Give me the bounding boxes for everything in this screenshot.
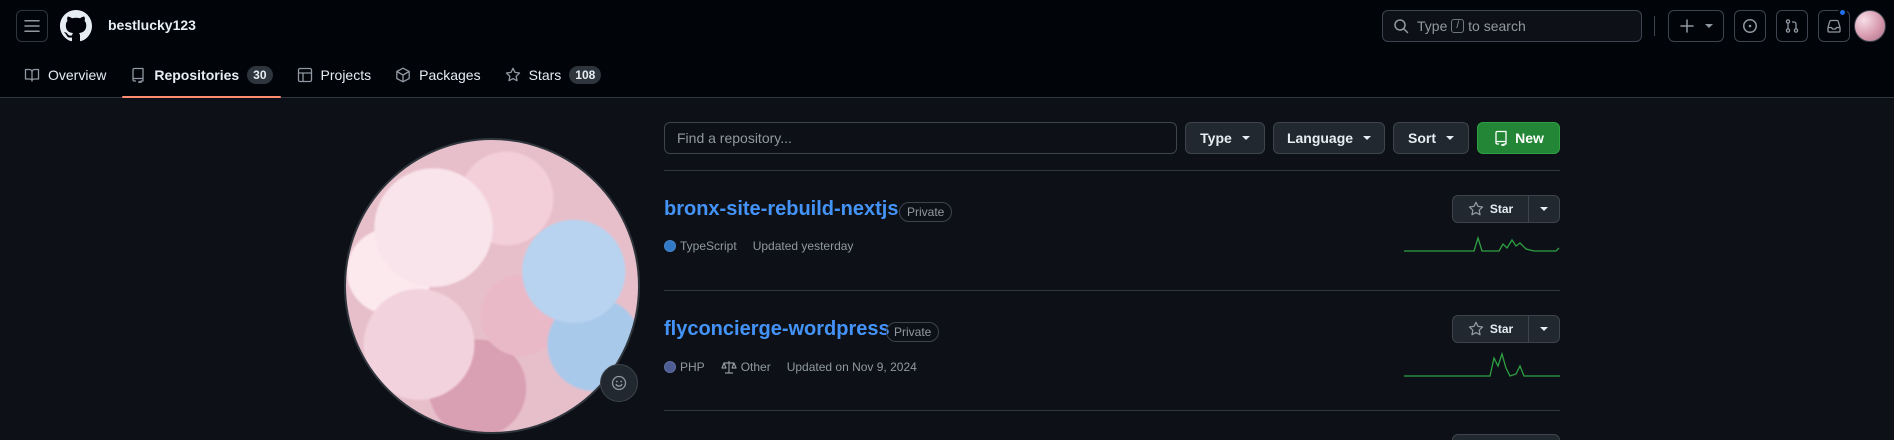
visibility-badge: Private (886, 322, 940, 342)
hamburger-icon (24, 20, 40, 32)
repo-language: TypeScript (680, 239, 737, 253)
star-button-group[interactable] (1452, 434, 1560, 440)
new-repository-button[interactable]: New (1477, 122, 1560, 154)
repo-meta: TypeScript Updated yesterday (664, 239, 853, 253)
repositories-count: 30 (247, 66, 273, 84)
table-icon (297, 67, 312, 83)
repo-icon (132, 67, 145, 83)
github-logo[interactable] (60, 10, 92, 42)
sort-filter-label: Sort (1408, 130, 1436, 146)
language-filter-button[interactable]: Language (1273, 122, 1385, 154)
notification-indicator (1838, 8, 1847, 17)
language-filter-label: Language (1286, 130, 1354, 146)
star-button[interactable]: Star (1453, 316, 1529, 342)
tab-packages[interactable]: Packages (387, 60, 488, 90)
license-label: Other (740, 360, 771, 374)
star-label: Star (1489, 322, 1514, 336)
repo-language: PHP (680, 360, 705, 374)
chevron-down-icon (1540, 327, 1548, 331)
search-placeholder-pre: Type (1417, 18, 1448, 34)
law-icon (721, 361, 737, 374)
sort-filter-button[interactable]: Sort (1393, 122, 1469, 154)
type-filter-button[interactable]: Type (1185, 122, 1265, 154)
tab-stars[interactable]: Stars 108 (497, 60, 610, 90)
tab-label: Repositories (154, 67, 240, 83)
language-color-dot (664, 240, 676, 252)
star-button-group: Star (1452, 315, 1560, 343)
visibility-badge: Private (899, 202, 953, 222)
global-header: bestlucky123 Type / to search Overview R… (0, 0, 1894, 98)
search-icon (1394, 19, 1409, 34)
star-list-dropdown[interactable] (1529, 316, 1559, 342)
repo-updated: Updated yesterday (752, 239, 854, 253)
header-divider (1654, 16, 1655, 36)
star-label: Star (1489, 202, 1514, 216)
tab-label: Projects (320, 67, 372, 83)
tab-projects[interactable]: Projects (289, 60, 380, 90)
git-pull-request-icon (1785, 19, 1799, 33)
tab-label: Stars (528, 67, 562, 83)
user-avatar-button[interactable] (1854, 10, 1886, 42)
chevron-down-icon (1446, 136, 1454, 140)
activity-sparkline (1404, 351, 1560, 377)
issues-button[interactable] (1734, 10, 1766, 42)
divider (664, 290, 1560, 291)
divider (664, 410, 1560, 411)
book-icon (24, 68, 40, 82)
repo-meta: PHP Other Updated on Nov 9, 2024 (664, 359, 917, 375)
github-logo-icon (60, 10, 92, 42)
tab-label: Packages (419, 67, 481, 83)
star-button-group: Star (1452, 195, 1560, 223)
repo-license: Other (721, 359, 771, 375)
divider (664, 170, 1560, 171)
search-placeholder-post: to search (1468, 18, 1526, 34)
chevron-down-icon (1241, 136, 1250, 140)
search-shortcut-key: / (1451, 19, 1465, 33)
repo-updated: Updated on Nov 9, 2024 (786, 360, 917, 374)
menu-button[interactable] (16, 10, 48, 42)
find-repository-input[interactable]: Find a repository... (664, 122, 1177, 154)
chevron-down-icon (1705, 24, 1713, 28)
pull-requests-button[interactable] (1776, 10, 1808, 42)
tab-overview[interactable]: Overview (16, 60, 114, 90)
star-icon (505, 67, 520, 82)
tab-repositories[interactable]: Repositories 30 (122, 60, 281, 98)
search-input[interactable]: Type / to search (1382, 10, 1642, 42)
repo-icon (1495, 130, 1507, 146)
stars-count: 108 (569, 66, 602, 84)
star-icon (1468, 321, 1483, 336)
tab-label: Overview (48, 67, 107, 83)
repo-name-link[interactable]: bronx-site-rebuild-nextjs (664, 198, 898, 221)
smiley-icon (611, 375, 627, 391)
plus-icon (1680, 19, 1694, 33)
set-status-button[interactable] (600, 364, 638, 402)
find-repository-placeholder: Find a repository... (677, 130, 792, 146)
star-button[interactable]: Star (1453, 196, 1529, 222)
context-username[interactable]: bestlucky123 (108, 17, 196, 33)
profile-tabs: Overview Repositories 30 Projects Packag… (16, 60, 617, 98)
profile-avatar[interactable] (344, 138, 640, 434)
type-filter-label: Type (1200, 130, 1232, 146)
issue-opened-icon (1743, 19, 1757, 33)
package-icon (396, 67, 410, 83)
inbox-icon (1827, 19, 1841, 33)
chevron-down-icon (1363, 136, 1372, 140)
star-list-dropdown[interactable] (1529, 196, 1559, 222)
create-new-button[interactable] (1668, 10, 1724, 42)
new-button-label: New (1515, 130, 1544, 146)
chevron-down-icon (1540, 207, 1548, 211)
activity-sparkline (1404, 235, 1560, 252)
star-icon (1468, 201, 1483, 216)
repo-name-link[interactable]: flyconcierge-wordpress (664, 318, 890, 341)
language-color-dot (664, 361, 676, 373)
